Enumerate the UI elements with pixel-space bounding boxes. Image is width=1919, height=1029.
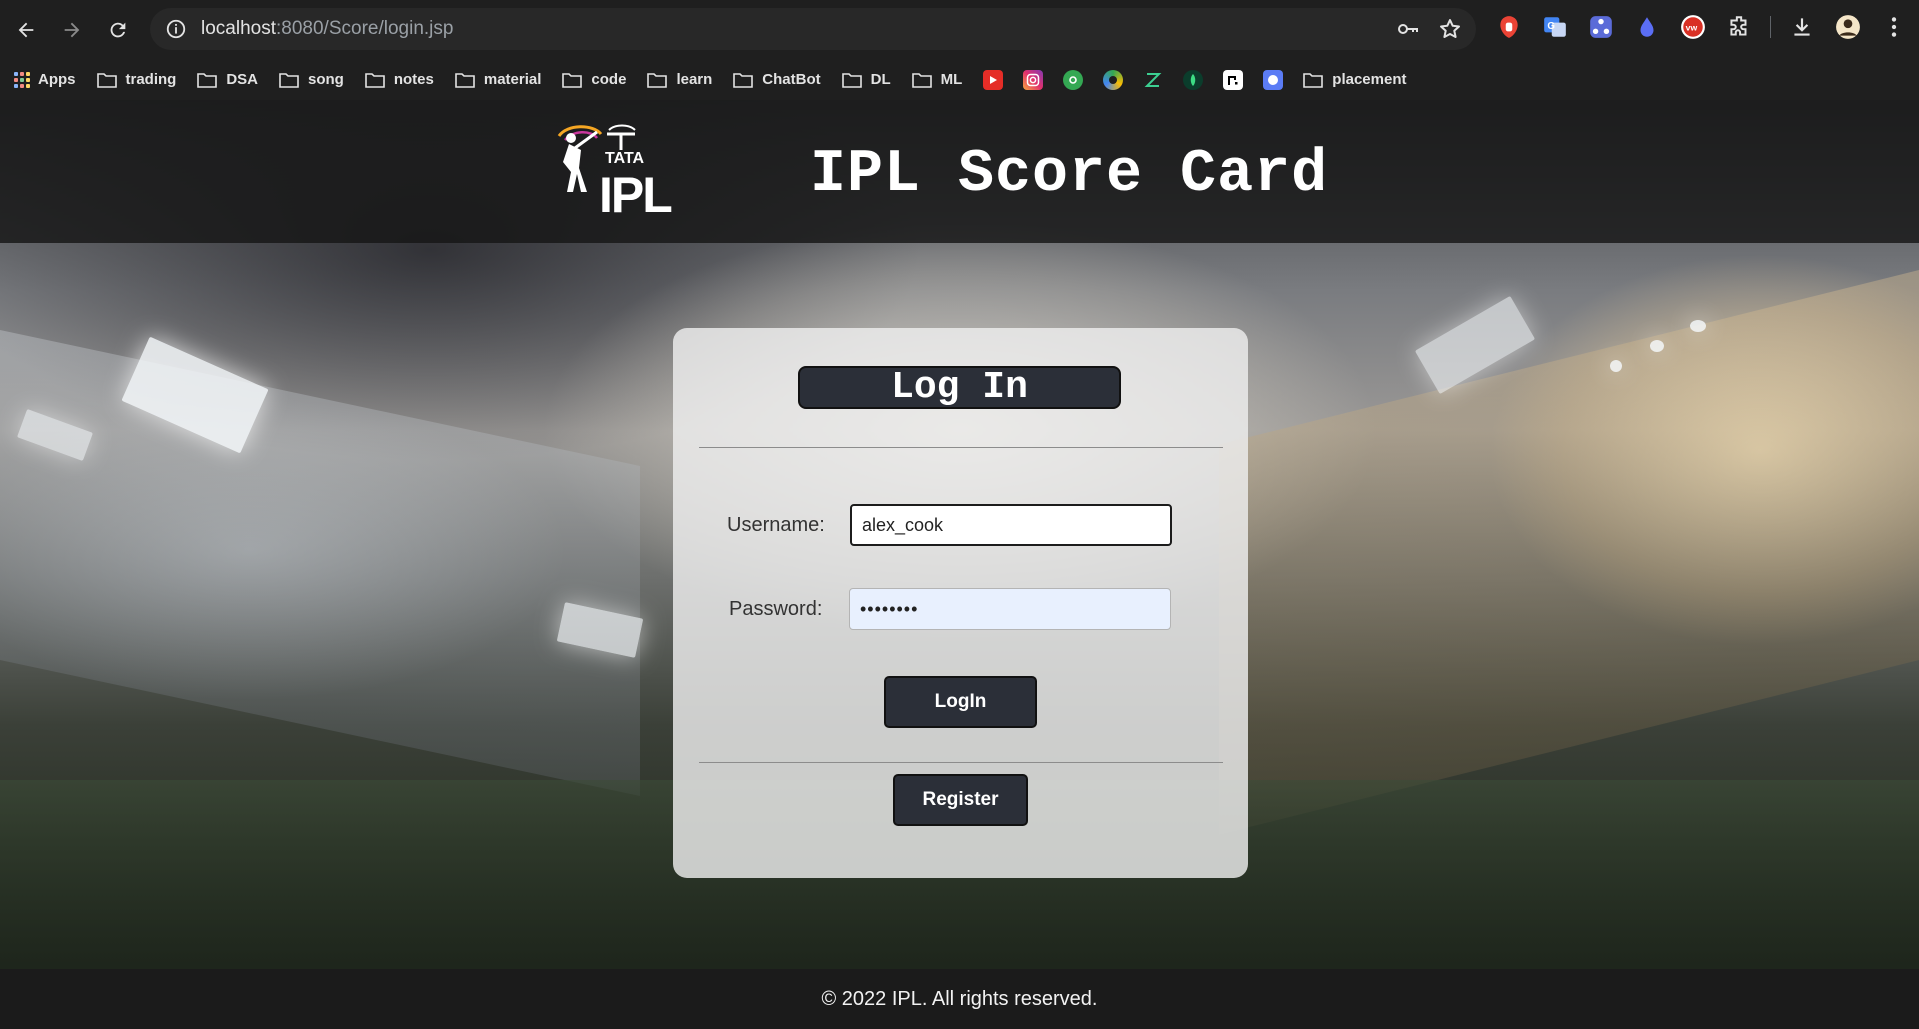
site-footer: © 2022 IPL. All rights reserved.	[0, 969, 1919, 1029]
stadium-stand-right	[1219, 270, 1919, 835]
back-button[interactable]	[6, 10, 46, 50]
bookmark-label: placement	[1332, 71, 1407, 88]
login-button[interactable]: LogIn	[884, 676, 1037, 728]
username-input[interactable]	[850, 504, 1172, 546]
svg-text:G: G	[1547, 21, 1555, 32]
ring-bookmark-icon[interactable]	[1103, 69, 1124, 90]
bookmark-folder-dl[interactable]: DL	[841, 71, 891, 88]
stadium-stand-left	[0, 330, 640, 797]
folder-icon	[279, 72, 299, 88]
folder-icon	[562, 72, 583, 88]
password-key-icon[interactable]	[1396, 17, 1420, 41]
copyright-text: © 2022 IPL. All rights reserved.	[821, 987, 1098, 1010]
back-arrow-icon	[18, 22, 34, 37]
url-path: :8080/Score/login.jsp	[276, 18, 454, 39]
r-bookmark-icon[interactable]	[1223, 69, 1244, 90]
tata-ipl-logo: TATA IPL	[557, 124, 673, 220]
floodlight	[1690, 320, 1706, 332]
folder-icon	[841, 72, 862, 88]
bookmark-folder-code[interactable]: code	[562, 71, 626, 88]
divider-top	[699, 447, 1223, 448]
extension-adblock-icon[interactable]	[1494, 12, 1524, 42]
folder-icon	[733, 72, 754, 88]
toolbar-separator	[1770, 16, 1771, 38]
divider-bottom	[699, 762, 1223, 763]
folder-icon	[911, 72, 932, 88]
folder-icon	[365, 72, 385, 88]
extension-vw-icon[interactable]: vw	[1678, 12, 1708, 42]
folder-icon	[96, 72, 117, 88]
floodlight	[1610, 360, 1622, 372]
chrome-menu-icon[interactable]	[1879, 12, 1909, 42]
bookmark-folder-dsa[interactable]: DSA	[197, 71, 258, 88]
green-circle-bookmark-icon[interactable]	[1063, 69, 1084, 90]
reload-icon	[110, 22, 126, 37]
bookmark-folder-placement[interactable]: placement	[1303, 71, 1407, 88]
login-card: Log In Username: Password: LogIn Registe…	[673, 328, 1248, 878]
register-button[interactable]: Register	[893, 774, 1028, 826]
bookmark-label: material	[483, 71, 542, 88]
login-heading: Log In	[798, 366, 1121, 409]
browser-toolbar: localhost:8080/Score/login.jsp G vw	[0, 0, 1919, 59]
bookmarks-bar: Apps trading DSA song notes material cod…	[0, 59, 1919, 100]
bookmark-label: song	[308, 71, 344, 88]
bookmark-label: code	[591, 71, 627, 88]
apps-grid-icon	[14, 71, 30, 88]
bookmark-star-icon[interactable]	[1438, 17, 1462, 41]
password-input[interactable]	[849, 588, 1171, 630]
instagram-bookmark-icon[interactable]	[1023, 69, 1044, 90]
url-text[interactable]: localhost:8080/Score/login.jsp	[201, 18, 453, 40]
bookmark-folder-ml[interactable]: ML	[911, 71, 963, 88]
extension-drop-icon[interactable]	[1632, 12, 1662, 42]
address-bar[interactable]: localhost:8080/Score/login.jsp	[150, 8, 1476, 50]
bookmark-label: Apps	[38, 71, 76, 88]
site-header: TATA IPL IPL Score Card	[0, 100, 1919, 243]
bookmark-label: trading	[125, 71, 177, 88]
folder-icon	[647, 72, 668, 88]
shield-bookmark-icon[interactable]	[1263, 69, 1284, 90]
forward-button[interactable]	[52, 10, 92, 50]
bookmark-label: notes	[393, 71, 434, 88]
zeta-bookmark-icon[interactable]	[1143, 70, 1163, 90]
bookmark-folder-notes[interactable]: notes	[365, 71, 434, 88]
bookmark-folder-song[interactable]: song	[279, 71, 344, 88]
bookmark-label: DL	[870, 71, 891, 88]
svg-text:IPL: IPL	[599, 167, 671, 220]
username-label: Username:	[727, 514, 825, 536]
page-viewport: TATA IPL IPL Score Card Log In Username:…	[0, 100, 1919, 1029]
floodlight	[1650, 340, 1664, 352]
extensions-puzzle-icon[interactable]	[1724, 12, 1754, 42]
svg-text:TATA: TATA	[605, 150, 645, 167]
page-title: IPL Score Card	[810, 141, 1329, 209]
youtube-bookmark-icon[interactable]	[983, 69, 1004, 90]
bookmark-folder-trading[interactable]: trading	[96, 71, 177, 88]
url-host: localhost	[201, 18, 276, 39]
svg-text:vw: vw	[1686, 22, 1698, 32]
bookmark-folder-material[interactable]: material	[455, 71, 542, 88]
folder-icon	[197, 72, 218, 88]
extension-translate-icon[interactable]: G	[1540, 12, 1570, 42]
password-label: Password:	[729, 598, 823, 620]
site-info-icon[interactable]	[165, 18, 187, 40]
bookmark-label: ML	[940, 71, 963, 88]
bookmark-folder-chatbot[interactable]: ChatBot	[733, 71, 821, 88]
profile-avatar-icon[interactable]	[1833, 12, 1863, 42]
bookmark-label: learn	[676, 71, 713, 88]
downloads-icon[interactable]	[1787, 12, 1817, 42]
folder-icon	[1303, 72, 1324, 88]
folder-icon	[455, 72, 475, 88]
extension-network-icon[interactable]	[1586, 12, 1616, 42]
bookmark-label: DSA	[226, 71, 259, 88]
bookmark-label: ChatBot	[762, 71, 821, 88]
forward-arrow-icon	[64, 22, 80, 37]
reload-button[interactable]	[98, 10, 138, 50]
leaf-bookmark-icon[interactable]	[1183, 69, 1204, 90]
bookmark-folder-learn[interactable]: learn	[647, 71, 712, 88]
bookmark-apps[interactable]: Apps	[14, 71, 76, 88]
